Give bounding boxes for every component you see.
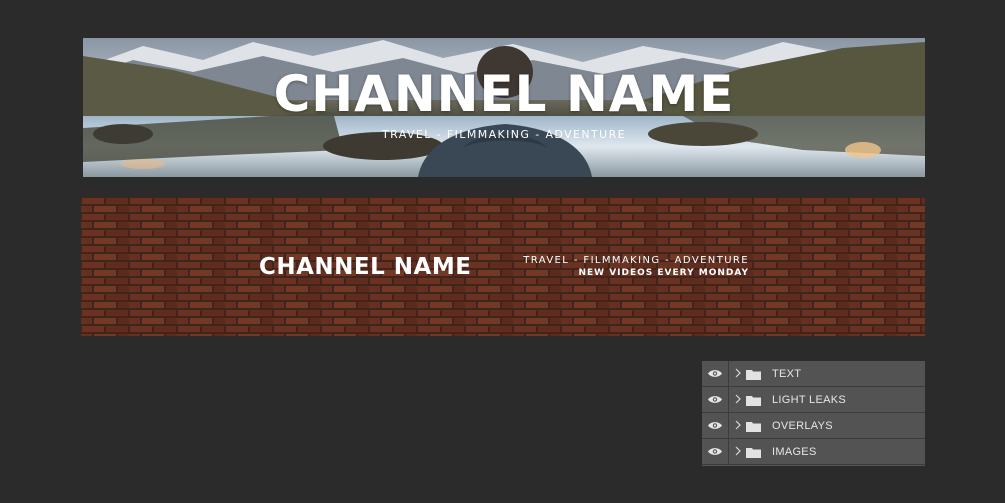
banner-brick-preview: CHANNEL NAME TRAVEL - FILMMAKING - ADVEN… [81, 197, 925, 336]
layer-row-overlays[interactable]: OVERLAYS [702, 413, 925, 439]
chevron-right-icon[interactable] [734, 367, 742, 379]
banner-schedule-text: NEW VIDEOS EVERY MONDAY [578, 268, 749, 278]
chevron-right-icon[interactable] [734, 393, 742, 405]
visibility-toggle[interactable] [702, 439, 729, 464]
layer-name: IMAGES [772, 446, 817, 458]
layer-row-text[interactable]: TEXT [702, 361, 925, 387]
folder-icon [746, 422, 761, 432]
banner-tagline: TRAVEL - FILMMAKING - ADVENTURE [382, 128, 626, 141]
chevron-right-icon[interactable] [734, 445, 742, 457]
folder-icon [746, 448, 761, 458]
visibility-toggle[interactable] [702, 361, 729, 386]
banner-title: CHANNEL NAME [273, 65, 735, 123]
eye-icon [708, 396, 722, 403]
brick-wall-texture [81, 197, 925, 336]
banner-mountain-preview: CHANNEL NAME TRAVEL - FILMMAKING - ADVEN… [83, 38, 925, 177]
visibility-toggle[interactable] [702, 413, 729, 438]
eye-icon [708, 422, 722, 429]
banner-title: CHANNEL NAME [259, 254, 472, 280]
folder-icon [746, 370, 761, 380]
folder-icon [746, 396, 761, 406]
layer-name: TEXT [772, 368, 802, 380]
layer-name: OVERLAYS [772, 420, 833, 432]
layers-panel: TEXT LIGHT LEAKS OVERLAYS IMAGES [702, 361, 925, 466]
layer-row-light-leaks[interactable]: LIGHT LEAKS [702, 387, 925, 413]
layer-row-images[interactable]: IMAGES [702, 439, 925, 465]
eye-icon [708, 448, 722, 455]
layer-name: LIGHT LEAKS [772, 394, 847, 406]
chevron-right-icon[interactable] [734, 419, 742, 431]
visibility-toggle[interactable] [702, 387, 729, 412]
eye-icon [708, 370, 722, 377]
banner-tagline: TRAVEL - FILMMAKING - ADVENTURE [523, 255, 749, 266]
